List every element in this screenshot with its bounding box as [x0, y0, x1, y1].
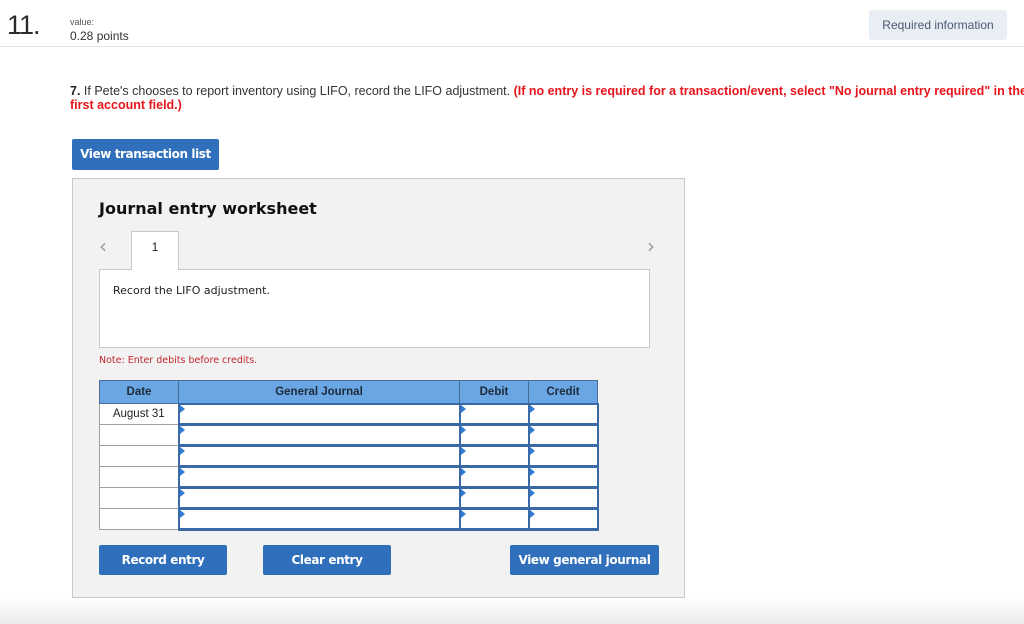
debit-input[interactable] [458, 402, 530, 426]
account-input[interactable] [177, 402, 461, 426]
credit-input[interactable] [527, 507, 599, 531]
debit-input[interactable] [458, 465, 530, 489]
question-text: 7. If Pete's chooses to report inventory… [70, 84, 1024, 112]
question-header: 11. value: 0.28 points Required informat… [0, 0, 1024, 47]
journal-header-row: Date General Journal Debit Credit [99, 380, 598, 404]
date-cell[interactable] [99, 424, 179, 446]
table-row [99, 465, 599, 489]
required-information-button[interactable]: Required information [869, 10, 1007, 40]
journal-entry-worksheet: Journal entry worksheet ‹ 1 › Record the… [72, 178, 685, 598]
entry-description: Record the LIFO adjustment. [113, 284, 270, 297]
debit-input[interactable] [458, 507, 530, 531]
date-cell[interactable] [99, 445, 179, 467]
header-general-journal: General Journal [178, 380, 460, 404]
table-row: August 31 [99, 402, 599, 426]
question-prompt: If Pete's chooses to report inventory us… [80, 84, 514, 98]
clear-entry-button[interactable]: Clear entry [263, 545, 391, 575]
account-input[interactable] [177, 444, 461, 468]
account-input[interactable] [177, 486, 461, 510]
table-row [99, 507, 599, 531]
record-entry-button[interactable]: Record entry [99, 545, 227, 575]
question-number: 11. [7, 10, 41, 40]
debit-input[interactable] [458, 444, 530, 468]
account-input[interactable] [177, 507, 461, 531]
journal-table: Date General Journal Debit Credit August… [99, 380, 599, 531]
value-label: value: [70, 17, 95, 27]
account-input[interactable] [177, 465, 461, 489]
worksheet-tab-1[interactable]: 1 [131, 231, 179, 270]
date-cell[interactable] [99, 466, 179, 488]
table-row [99, 444, 599, 468]
credit-input[interactable] [527, 444, 599, 468]
header-date: Date [99, 380, 179, 404]
debit-input[interactable] [458, 486, 530, 510]
table-row [99, 423, 599, 447]
credit-input[interactable] [527, 423, 599, 447]
credit-input[interactable] [527, 465, 599, 489]
bottom-shadow [0, 598, 1024, 624]
question-part-number: 7. [70, 84, 81, 98]
chevron-left-icon[interactable]: ‹ [99, 234, 107, 258]
debit-input[interactable] [458, 423, 530, 447]
account-input[interactable] [177, 423, 461, 447]
view-transaction-list-button[interactable]: View transaction list [72, 139, 219, 170]
worksheet-title: Journal entry worksheet [99, 199, 317, 218]
debit-credit-note: Note: Enter debits before credits. [99, 355, 258, 366]
credit-input[interactable] [527, 486, 599, 510]
header-credit: Credit [528, 380, 598, 404]
chevron-right-icon[interactable]: › [647, 234, 655, 258]
view-general-journal-button[interactable]: View general journal [510, 545, 659, 575]
credit-input[interactable] [527, 402, 599, 426]
date-cell[interactable] [99, 508, 179, 530]
date-cell[interactable]: August 31 [99, 403, 179, 425]
entry-description-box: Record the LIFO adjustment. [99, 269, 650, 348]
header-debit: Debit [459, 380, 529, 404]
table-row [99, 486, 599, 510]
date-cell[interactable] [99, 487, 179, 509]
points-value: 0.28 points [70, 29, 129, 43]
